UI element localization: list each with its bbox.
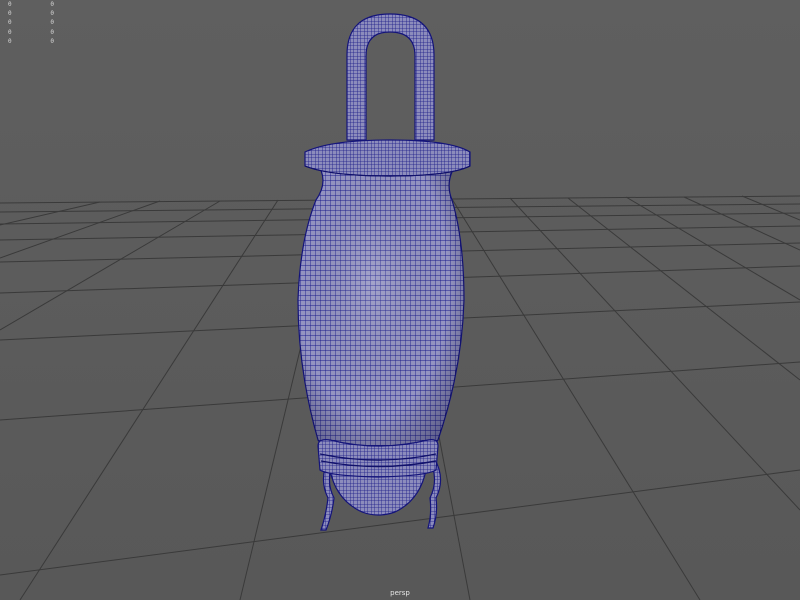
hud-stat-left: 0 bbox=[8, 10, 12, 18]
hud-row: 0 0 bbox=[8, 9, 54, 18]
viewport-3d[interactable]: 0 0 0 0 0 0 0 0 0 0 persp bbox=[0, 0, 800, 600]
hud-stats: 0 0 0 0 0 0 0 0 0 0 bbox=[8, 0, 54, 46]
hud-stat-right: 0 bbox=[50, 19, 54, 27]
hud-row: 0 0 bbox=[8, 28, 54, 37]
hud-row: 0 0 bbox=[8, 18, 54, 27]
hud-stat-left: 0 bbox=[8, 19, 12, 27]
hud-row: 0 0 bbox=[8, 37, 54, 46]
perspective-scene[interactable] bbox=[0, 0, 800, 600]
hud-stat-right: 0 bbox=[50, 1, 54, 8]
camera-label: persp bbox=[390, 589, 410, 597]
hud-stat-right: 0 bbox=[50, 37, 54, 45]
hud-row: 0 0 bbox=[8, 0, 54, 9]
wireframe-vase[interactable] bbox=[297, 13, 471, 531]
vase-rim bbox=[304, 139, 471, 177]
hud-stat-right: 0 bbox=[50, 10, 54, 18]
hud-stat-left: 0 bbox=[8, 37, 12, 45]
hud-stat-right: 0 bbox=[50, 28, 54, 36]
hud-stat-left: 0 bbox=[8, 1, 12, 8]
vase-handle bbox=[346, 13, 435, 141]
hud-stat-left: 0 bbox=[8, 28, 12, 36]
